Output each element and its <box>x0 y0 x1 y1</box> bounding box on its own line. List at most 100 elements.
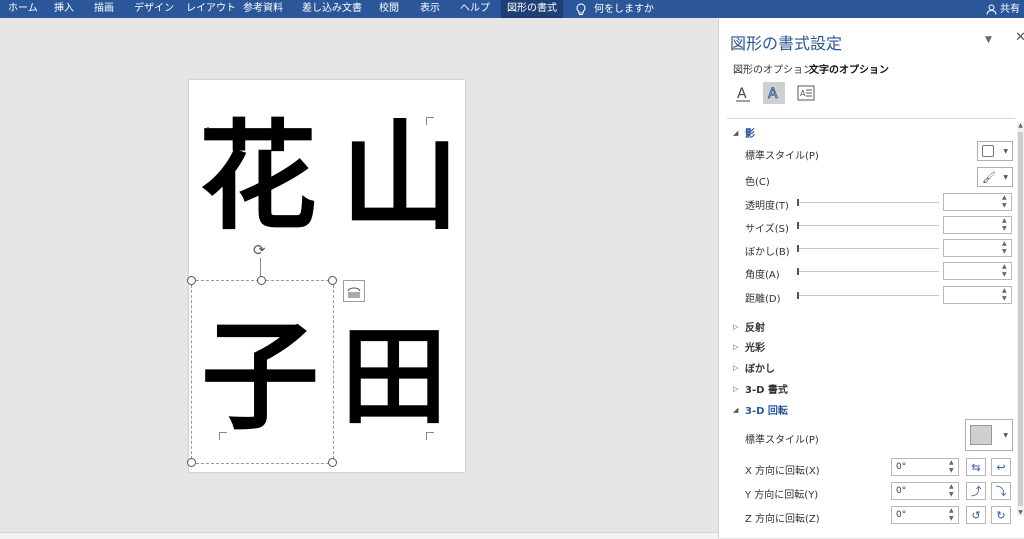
rotate-right-icon: ↩ <box>996 460 1006 474</box>
expanded-triangle-icon: ◢ <box>733 405 739 414</box>
tab-home[interactable]: ホーム <box>8 0 38 18</box>
rotate-up-button[interactable]: ⤴ <box>966 482 986 500</box>
rotate-down-button[interactable]: ⤵ <box>991 482 1011 500</box>
textbox-layout-icon[interactable]: A <box>795 82 817 104</box>
rotate-left-button[interactable]: ⇆ <box>966 458 986 476</box>
chevron-down-icon: ▼ <box>1003 431 1008 439</box>
z-rotation-label: Z 方向に回転(Z) <box>745 514 820 525</box>
section-3d-format[interactable]: ▷ 3-D 書式 <box>733 381 788 397</box>
spin-arrows-icon[interactable]: ▲ ▼ <box>949 507 956 523</box>
tab-mailings[interactable]: 差し込み文書 <box>302 0 362 18</box>
glyph-yama[interactable]: 山 <box>341 118 459 236</box>
spin-arrows-icon[interactable]: ▲ ▼ <box>1002 194 1009 210</box>
transparency-slider[interactable] <box>797 199 939 206</box>
text-fill-outline-icon[interactable]: A <box>732 82 754 104</box>
z-rotation-spinner[interactable]: 0° ▲ ▼ <box>891 506 959 524</box>
shadow-color-label: 色(C) <box>745 177 770 188</box>
rotation-preset-label: 標準スタイル(P) <box>745 435 819 446</box>
size-slider[interactable] <box>797 222 939 229</box>
resize-handle[interactable] <box>187 276 196 285</box>
rotate-ccw-button[interactable]: ↺ <box>966 506 986 524</box>
blur-spinner[interactable]: ▲ ▼ <box>943 239 1012 257</box>
scroll-up-icon[interactable]: ▲ <box>1017 122 1024 129</box>
spin-arrows-icon[interactable]: ▲ ▼ <box>949 483 956 499</box>
tab-draw[interactable]: 描画 <box>94 0 114 18</box>
slider-knob[interactable] <box>797 292 799 299</box>
tab-insert[interactable]: 挿入 <box>54 0 74 18</box>
rotate-cw-icon: ↻ <box>996 508 1006 522</box>
tab-help[interactable]: ヘルプ <box>460 0 490 18</box>
rotate-down-icon: ⤵ <box>995 485 1007 498</box>
section-soft-edges[interactable]: ▷ ぼかし <box>733 360 775 376</box>
slider-knob[interactable] <box>797 245 799 252</box>
layout-options-button[interactable] <box>343 280 365 302</box>
shadow-preset-dropdown[interactable]: ▼ <box>977 141 1013 161</box>
slider-knob[interactable] <box>797 199 799 206</box>
tab-review[interactable]: 校閲 <box>379 0 399 18</box>
spin-arrows-icon[interactable]: ▲ ▼ <box>1002 287 1009 303</box>
x-rotation-spinner[interactable]: 0° ▲ ▼ <box>891 458 959 476</box>
slider-knob[interactable] <box>797 268 799 275</box>
tell-me-search[interactable]: 何をしますか <box>576 0 654 18</box>
section-reflection[interactable]: ▷ 反射 <box>733 319 765 335</box>
transparency-spinner[interactable]: ▲ ▼ <box>943 193 1012 211</box>
shadow-size-label: サイズ(S) <box>745 224 789 235</box>
spin-arrows-icon[interactable]: ▲ ▼ <box>1002 263 1009 279</box>
section-glow[interactable]: ▷ 光彩 <box>733 339 765 355</box>
tab-shape-format[interactable]: 図形の書式 <box>501 0 563 18</box>
glyph-hana[interactable]: 花 <box>199 118 317 236</box>
scroll-down-icon[interactable]: ▼ <box>1017 509 1024 516</box>
svg-text:A: A <box>737 86 747 102</box>
text-effects-icon[interactable]: A <box>763 82 785 104</box>
section-shadow[interactable]: ◢ 影 <box>733 125 755 141</box>
shadow-transparency-label: 透明度(T) <box>745 201 789 212</box>
share-label: 共有 <box>1000 3 1020 15</box>
section-label: 3-D 回転 <box>745 406 788 417</box>
resize-handle[interactable] <box>328 276 337 285</box>
svg-text:A: A <box>768 86 778 102</box>
share-button[interactable]: 共有 <box>986 0 1020 18</box>
chevron-down-icon: ▼ <box>1003 173 1008 181</box>
glyph-ko[interactable]: 子 <box>201 318 319 436</box>
document-page[interactable]: ⚓ 花 山 ⟳ 子 田 <box>187 80 465 472</box>
angle-slider[interactable] <box>797 268 939 275</box>
rotate-handle-icon[interactable]: ⟳ <box>253 243 267 258</box>
y-rotation-label: Y 方向に回転(Y) <box>745 490 819 501</box>
angle-spinner[interactable]: ▲ ▼ <box>943 262 1012 280</box>
distance-slider[interactable] <box>797 292 939 299</box>
paint-bucket-icon: 🖌 <box>982 170 996 184</box>
resize-handle[interactable] <box>257 276 266 285</box>
distance-spinner[interactable]: ▲ ▼ <box>943 286 1012 304</box>
section-3d-rotation[interactable]: ◢ 3-D 回転 <box>733 402 788 418</box>
resize-handle[interactable] <box>328 458 337 467</box>
shadow-color-dropdown[interactable]: 🖌 ▼ <box>977 167 1013 187</box>
tab-view[interactable]: 表示 <box>420 0 440 18</box>
chevron-down-icon: ▼ <box>1003 147 1008 155</box>
tab-layout[interactable]: レイアウト <box>186 0 236 18</box>
tab-references[interactable]: 参考資料 <box>243 0 283 18</box>
tab-design[interactable]: デザイン <box>134 0 174 18</box>
tab-text-options[interactable]: 文字のオプション <box>809 61 889 76</box>
shadow-blur-label: ぼかし(B) <box>745 247 790 258</box>
resize-handle[interactable] <box>187 458 196 467</box>
shadow-preset-label: 標準スタイル(P) <box>745 151 819 162</box>
rotation-preset-dropdown[interactable]: ▼ <box>965 419 1013 451</box>
spin-arrows-icon[interactable]: ▲ ▼ <box>949 459 956 475</box>
shadow-angle-label: 角度(A) <box>745 270 780 281</box>
glyph-ta[interactable]: 田 <box>341 324 447 430</box>
tab-shape-options[interactable]: 図形のオプション <box>733 61 813 76</box>
scrollbar-thumb[interactable] <box>1018 132 1023 506</box>
rotate-right-button[interactable]: ↩ <box>991 458 1011 476</box>
y-rotation-spinner[interactable]: 0° ▲ ▼ <box>891 482 959 500</box>
close-icon[interactable]: ✕ <box>1015 30 1024 45</box>
slider-knob[interactable] <box>797 222 799 229</box>
spin-arrows-icon[interactable]: ▲ ▼ <box>1002 217 1009 233</box>
spin-arrows-icon[interactable]: ▲ ▼ <box>1002 240 1009 256</box>
collapsed-triangle-icon: ▷ <box>733 322 739 331</box>
pane-scroll-area: ◢ 影 標準スタイル(P) ▼ 色(C) 🖌 ▼ 透明度(T) ▲ ▼ サイズ(S… <box>727 118 1015 535</box>
rotate-cw-button[interactable]: ↻ <box>991 506 1011 524</box>
blur-slider[interactable] <box>797 245 939 252</box>
size-spinner[interactable]: ▲ ▼ <box>943 216 1012 234</box>
pane-options-icon[interactable]: ▼ <box>985 35 992 45</box>
pane-scrollbar[interactable]: ▲ ▼ <box>1017 122 1024 516</box>
